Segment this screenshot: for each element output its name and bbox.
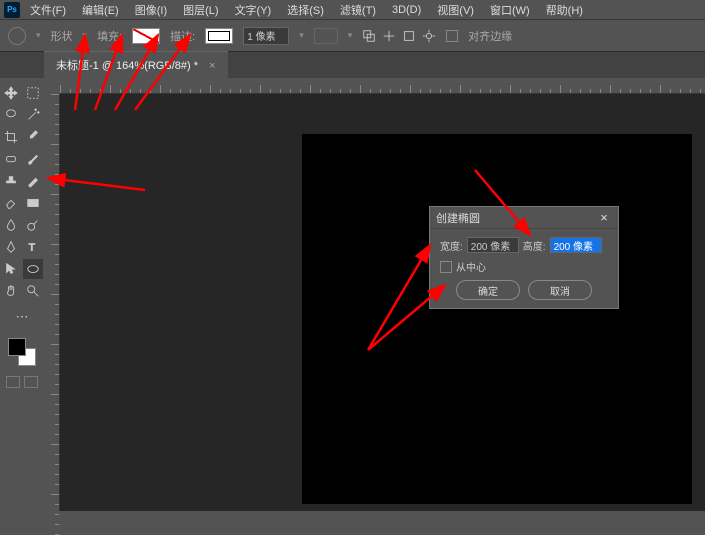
type-tool[interactable]: T [23,237,43,257]
chevron-down-icon[interactable]: ▾ [348,30,353,41]
blur-tool[interactable] [1,215,21,235]
color-picker[interactable] [8,338,36,366]
close-tab-icon[interactable]: × [209,60,215,72]
stamp-tool[interactable] [1,171,21,191]
chevron-down-icon[interactable]: ▾ [83,30,88,41]
path-ops-icon[interactable] [362,29,376,43]
document-tab-bar: 未标题-1 @ 164%(RGB/8#) * × [0,52,705,78]
eyedropper-tool[interactable] [23,127,43,147]
menu-view[interactable]: 视图(V) [431,0,480,20]
stroke-style-select[interactable] [314,28,338,44]
menu-select[interactable]: 选择(S) [281,0,330,20]
crop-tool[interactable] [1,127,21,147]
fill-label: 填充: [97,28,122,44]
path-select-tool[interactable] [1,259,21,279]
options-bar: ▾ 形状 ▾ 填充: 描边: ▾ ▾ 对齐边缘 [0,20,705,52]
menu-image[interactable]: 图像(I) [129,0,173,20]
align-icon[interactable] [382,29,396,43]
ps-logo-icon: Ps [4,2,20,18]
menu-file[interactable]: 文件(F) [24,0,72,20]
dialog-titlebar[interactable]: 创建椭圆 × [430,207,618,229]
menu-window[interactable]: 窗口(W) [484,0,536,20]
ok-button[interactable]: 确定 [456,280,520,300]
menu-edit[interactable]: 编辑(E) [76,0,125,20]
align-edges-checkbox[interactable] [446,30,458,42]
tools-panel: T ⋯ [0,78,44,511]
lasso-tool[interactable] [1,105,21,125]
height-label: 高度: [523,238,546,253]
screen-mode-icon[interactable] [24,376,38,388]
active-tool-icon[interactable] [8,27,26,45]
canvas-area[interactable]: 创建椭圆 × 宽度: 高度: 从中心 确定 取消 [44,78,705,511]
gear-icon[interactable] [422,29,436,43]
hand-tool[interactable] [1,281,21,301]
gradient-tool[interactable] [23,193,43,213]
vertical-ruler[interactable] [44,94,60,511]
quick-mask-icon[interactable] [6,376,20,388]
close-icon[interactable]: × [596,210,612,226]
shape-mode-select[interactable]: 形状 [51,28,73,44]
menu-3d[interactable]: 3D(D) [386,2,427,18]
cancel-button[interactable]: 取消 [528,280,592,300]
arrange-icon[interactable] [402,29,416,43]
history-brush-tool[interactable] [23,171,43,191]
menu-bar: Ps 文件(F) 编辑(E) 图像(I) 图层(L) 文字(Y) 选择(S) 滤… [0,0,705,20]
width-input[interactable] [467,237,519,253]
from-center-checkbox[interactable] [440,261,452,273]
svg-text:T: T [29,242,36,254]
wand-tool[interactable] [23,105,43,125]
pen-tool[interactable] [1,237,21,257]
fill-color-swatch[interactable] [132,28,160,44]
chevron-down-icon[interactable]: ▾ [36,30,41,41]
stroke-label: 描边: [170,28,195,44]
main-area: T ⋯ 创建椭圆 × 宽度: [0,78,705,511]
eraser-tool[interactable] [1,193,21,213]
menu-help[interactable]: 帮助(H) [540,0,589,20]
align-edges-label: 对齐边缘 [468,28,512,44]
zoom-tool[interactable] [23,281,43,301]
stroke-color-swatch[interactable] [205,28,233,44]
document-tab[interactable]: 未标题-1 @ 164%(RGB/8#) * × [44,51,228,78]
heal-tool[interactable] [1,149,21,169]
marquee-tool[interactable] [23,83,43,103]
document-tab-title: 未标题-1 @ 164%(RGB/8#) * [56,60,198,72]
brush-tool[interactable] [23,149,43,169]
menu-layer[interactable]: 图层(L) [177,0,224,20]
chevron-down-icon[interactable]: ▾ [299,30,304,41]
create-ellipse-dialog: 创建椭圆 × 宽度: 高度: 从中心 确定 取消 [429,206,619,309]
edit-toolbar-icon[interactable]: ⋯ [12,307,32,327]
height-input[interactable] [550,237,602,253]
width-label: 宽度: [440,238,463,253]
ruler-origin[interactable] [44,78,60,94]
horizontal-ruler[interactable] [60,78,705,94]
dodge-tool[interactable] [23,215,43,235]
foreground-color[interactable] [8,338,26,356]
menu-type[interactable]: 文字(Y) [229,0,278,20]
ellipse-tool[interactable] [23,259,43,279]
move-tool[interactable] [1,83,21,103]
dialog-title: 创建椭圆 [436,210,480,226]
menu-filter[interactable]: 滤镜(T) [334,0,382,20]
document-canvas[interactable] [302,134,692,504]
from-center-label: 从中心 [456,259,486,274]
stroke-width-input[interactable] [243,27,289,45]
